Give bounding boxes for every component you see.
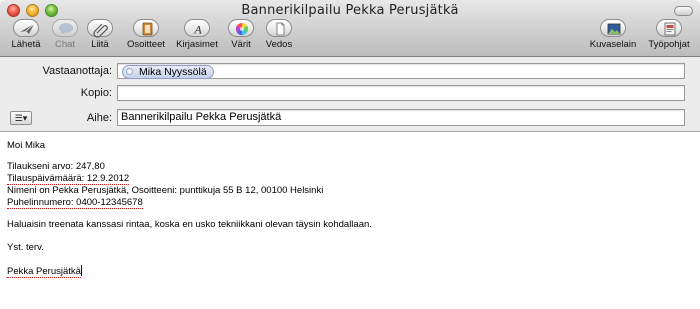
color-wheel-icon bbox=[228, 19, 254, 37]
colors-button[interactable]: Värit bbox=[226, 19, 256, 53]
templates-button[interactable]: Työpohjat bbox=[644, 19, 694, 53]
body-closing: Yst. terv. bbox=[7, 242, 44, 253]
message-header: Vastaanottaja: Mika Nyyssölä Kopio: Aihe… bbox=[0, 57, 700, 132]
body-phone-text: Puhelinnumero: 0400-12345678 bbox=[7, 197, 143, 209]
fonts-label: Kirjasimet bbox=[176, 39, 218, 50]
paperclip-icon bbox=[87, 19, 113, 38]
body-order-date-text: Tilauspäivämäärä: 12.9.2012 bbox=[7, 173, 130, 185]
address-book-icon bbox=[133, 19, 159, 37]
colors-label: Värit bbox=[231, 39, 251, 50]
recipient-token[interactable]: Mika Nyyssölä bbox=[122, 65, 214, 79]
window-title: Bannerikilpailu Pekka Perusjätkä bbox=[241, 3, 459, 18]
to-field[interactable]: Mika Nyyssölä bbox=[117, 63, 685, 79]
svg-text:A: A bbox=[193, 23, 202, 37]
recipient-name: Mika Nyyssölä bbox=[139, 66, 207, 78]
fonts-button[interactable]: A Kirjasimet bbox=[172, 19, 222, 53]
header-fields-menu-button[interactable]: ☰▾ bbox=[10, 111, 32, 125]
send-label: Lähetä bbox=[11, 39, 41, 50]
photo-browser-label: Kuvaselain bbox=[589, 39, 637, 50]
body-signature: Pekka Perusjätkä bbox=[7, 265, 82, 278]
message-body[interactable]: Moi Mika Tilaukseni arvo: 247,80 Tilausp… bbox=[0, 132, 700, 309]
body-phone: Puhelinnumero: 0400-12345678 bbox=[7, 197, 143, 209]
title-toolbar: Bannerikilpailu Pekka Perusjätkä Lähetä … bbox=[0, 0, 700, 57]
body-order-value: Tilaukseni arvo: 247,80 bbox=[7, 161, 105, 172]
send-button[interactable]: Lähetä bbox=[8, 19, 44, 53]
body-signature-text: Pekka Perusjätkä bbox=[7, 266, 81, 278]
stationery-icon bbox=[656, 19, 682, 37]
paper-plane-icon bbox=[13, 19, 39, 37]
photo-browser-button[interactable]: Kuvaselain bbox=[588, 19, 638, 53]
subject-field[interactable]: Bannerikilpailu Pekka Perusjätkä bbox=[117, 109, 685, 126]
cc-label: Kopio: bbox=[80, 87, 112, 99]
photo-icon bbox=[600, 19, 626, 37]
body-greeting: Moi Mika bbox=[7, 140, 46, 151]
save-draft-label: Vedos bbox=[265, 39, 293, 50]
chat-button[interactable]: Chat bbox=[50, 19, 80, 53]
cc-field[interactable] bbox=[117, 85, 685, 101]
toolbar-toggle-button[interactable] bbox=[674, 6, 693, 16]
body-order-date: Tilauspäivämäärä: 12.9.2012 bbox=[7, 173, 130, 185]
subject-label: Aihe: bbox=[86, 112, 112, 124]
body-paragraph: Haluaisin treenata kanssasi rintaa, kosk… bbox=[7, 219, 372, 230]
attach-label: Liitä bbox=[91, 39, 109, 50]
recipient-token-dot bbox=[126, 68, 133, 75]
body-name-address: Nimeni on Pekka Perusjätkä, Osoitteeni: … bbox=[7, 185, 324, 196]
to-label: Vastaanottaja: bbox=[42, 65, 112, 77]
chat-label: Chat bbox=[54, 39, 76, 50]
attach-button[interactable]: Liitä bbox=[86, 19, 114, 53]
templates-label: Työpohjat bbox=[648, 39, 690, 50]
font-icon: A bbox=[184, 19, 210, 37]
mail-compose-window: Bannerikilpailu Pekka Perusjätkä Lähetä … bbox=[0, 0, 700, 309]
text-cursor bbox=[80, 265, 82, 276]
addresses-label: Osoitteet bbox=[126, 39, 166, 50]
speech-bubble-icon bbox=[52, 19, 78, 37]
list-menu-icon: ☰▾ bbox=[14, 113, 28, 123]
save-draft-button[interactable]: Vedos bbox=[262, 19, 296, 53]
document-icon bbox=[266, 19, 292, 37]
addresses-button[interactable]: Osoitteet bbox=[124, 19, 168, 53]
